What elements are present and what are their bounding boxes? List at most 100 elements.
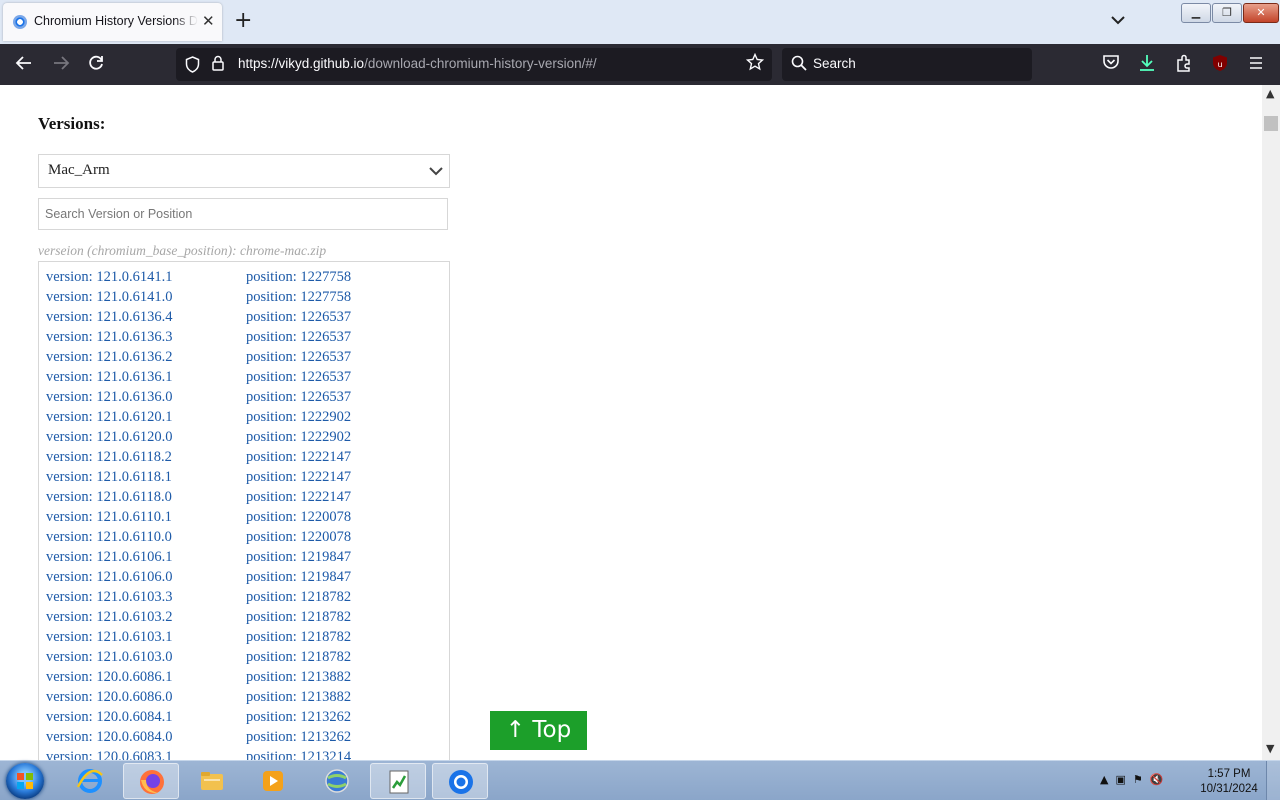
version-row[interactable]: version: 120.0.6086.0 position: 1213882 — [46, 689, 446, 709]
version-row[interactable]: version: 120.0.6084.0 position: 1213262 — [46, 729, 446, 749]
position-link[interactable]: position: 1220078 — [246, 509, 351, 526]
position-link[interactable]: position: 1226537 — [246, 369, 351, 386]
tracking-protection-icon[interactable] — [185, 56, 200, 77]
pocket-icon[interactable] — [1100, 54, 1122, 76]
version-link[interactable]: version: 121.0.6103.3 — [46, 589, 172, 606]
minimize-button[interactable]: ▁ — [1181, 3, 1211, 23]
version-row[interactable]: version: 121.0.6118.2 position: 1222147 — [46, 449, 446, 469]
extensions-icon[interactable] — [1173, 54, 1195, 76]
position-link[interactable]: position: 1222147 — [246, 469, 351, 486]
version-row[interactable]: version: 121.0.6103.0 position: 1218782 — [46, 649, 446, 669]
version-link[interactable]: version: 121.0.6136.4 — [46, 309, 172, 326]
version-link[interactable]: version: 120.0.6083.1 — [46, 749, 172, 760]
version-row[interactable]: version: 121.0.6136.4 position: 1226537 — [46, 309, 446, 329]
tab-chromium-history[interactable]: Chromium History Versions Download ✕ — [3, 3, 222, 41]
clock[interactable]: 1:57 PM 10/31/2024 — [1196, 767, 1262, 797]
version-row[interactable]: version: 121.0.6136.3 position: 1226537 — [46, 329, 446, 349]
version-link[interactable]: version: 121.0.6120.1 — [46, 409, 172, 426]
version-row[interactable]: version: 121.0.6118.0 position: 1222147 — [46, 489, 446, 509]
back-to-top-button[interactable]: ↑ Top — [490, 711, 587, 750]
version-row[interactable]: version: 121.0.6103.1 position: 1218782 — [46, 629, 446, 649]
position-link[interactable]: position: 1226537 — [246, 389, 351, 406]
position-link[interactable]: position: 1218782 — [246, 589, 351, 606]
position-link[interactable]: position: 1219847 — [246, 549, 351, 566]
version-link[interactable]: version: 121.0.6106.0 — [46, 569, 172, 586]
version-row[interactable]: version: 121.0.6110.1 position: 1220078 — [46, 509, 446, 529]
version-row[interactable]: version: 121.0.6136.0 position: 1226537 — [46, 389, 446, 409]
show-desktop-button[interactable] — [1266, 761, 1280, 800]
taskbar-item-firefox[interactable] — [123, 763, 179, 799]
version-row[interactable]: version: 121.0.6120.1 position: 1222902 — [46, 409, 446, 429]
version-row[interactable]: version: 121.0.6141.0 position: 1227758 — [46, 289, 446, 309]
address-bar[interactable]: https://vikyd.github.io/download-chromiu… — [176, 48, 772, 81]
close-window-button[interactable]: ✕ — [1243, 3, 1279, 23]
page-scrollbar[interactable]: ▲ ▼ — [1262, 85, 1280, 760]
version-row[interactable]: version: 121.0.6118.1 position: 1222147 — [46, 469, 446, 489]
version-link[interactable]: version: 121.0.6120.0 — [46, 429, 172, 446]
ublock-origin-icon[interactable]: u — [1209, 54, 1231, 76]
menu-hamburger-icon[interactable] — [1245, 54, 1267, 76]
version-link[interactable]: version: 121.0.6106.1 — [46, 549, 172, 566]
version-link[interactable]: version: 121.0.6110.0 — [46, 529, 172, 546]
search-bar[interactable]: Search — [782, 48, 1032, 81]
taskbar-item-chrome[interactable] — [432, 763, 488, 799]
version-row[interactable]: version: 121.0.6110.0 position: 1220078 — [46, 529, 446, 549]
system-tray-icons[interactable]: ▲ ▣ ⚑ 🔇 — [1100, 773, 1163, 786]
position-link[interactable]: position: 1218782 — [246, 629, 351, 646]
version-row[interactable]: version: 121.0.6136.2 position: 1226537 — [46, 349, 446, 369]
new-tab-button[interactable]: + — [234, 9, 252, 33]
lock-icon[interactable] — [212, 55, 224, 71]
position-link[interactable]: position: 1226537 — [246, 309, 351, 326]
version-link[interactable]: version: 121.0.6141.0 — [46, 289, 172, 306]
version-row[interactable]: version: 121.0.6141.1 position: 1227758 — [46, 269, 446, 289]
scroll-down-arrow-icon[interactable]: ▼ — [1266, 742, 1274, 755]
version-link[interactable]: version: 121.0.6136.1 — [46, 369, 172, 386]
start-button[interactable] — [6, 763, 44, 799]
position-link[interactable]: position: 1219847 — [246, 569, 351, 586]
url-text[interactable]: https://vikyd.github.io/download-chromiu… — [238, 56, 597, 71]
position-link[interactable]: position: 1227758 — [246, 289, 351, 306]
version-link[interactable]: version: 120.0.6084.1 — [46, 709, 172, 726]
position-link[interactable]: position: 1218782 — [246, 609, 351, 626]
position-link[interactable]: position: 1222902 — [246, 409, 351, 426]
version-link[interactable]: version: 121.0.6136.2 — [46, 349, 172, 366]
version-row[interactable]: version: 120.0.6086.1 position: 1213882 — [46, 669, 446, 689]
position-link[interactable]: position: 1222147 — [246, 449, 351, 466]
version-row[interactable]: version: 121.0.6106.1 position: 1219847 — [46, 549, 446, 569]
version-row[interactable]: version: 121.0.6103.3 position: 1218782 — [46, 589, 446, 609]
position-link[interactable]: position: 1220078 — [246, 529, 351, 546]
tab-close-icon[interactable]: ✕ — [202, 13, 215, 29]
back-button[interactable] — [13, 54, 35, 76]
version-link[interactable]: version: 121.0.6136.0 — [46, 389, 172, 406]
version-link[interactable]: version: 121.0.6118.2 — [46, 449, 172, 466]
scroll-up-arrow-icon[interactable]: ▲ — [1266, 87, 1274, 100]
version-link[interactable]: version: 120.0.6086.0 — [46, 689, 172, 706]
version-row[interactable]: version: 120.0.6084.1 position: 1213262 — [46, 709, 446, 729]
version-row[interactable]: version: 121.0.6103.2 position: 1218782 — [46, 609, 446, 629]
downloads-icon[interactable] — [1136, 54, 1158, 76]
forward-button[interactable] — [50, 54, 72, 76]
taskbar-item-notepad-chart[interactable] — [370, 763, 426, 799]
position-link[interactable]: position: 1222147 — [246, 489, 351, 506]
version-row[interactable]: version: 121.0.6136.1 position: 1226537 — [46, 369, 446, 389]
taskbar-item-network-globe[interactable] — [309, 763, 365, 799]
position-link[interactable]: position: 1213262 — [246, 729, 351, 746]
position-link[interactable]: position: 1213262 — [246, 709, 351, 726]
search-version-input[interactable] — [38, 198, 448, 230]
position-link[interactable]: position: 1222902 — [246, 429, 351, 446]
version-link[interactable]: version: 120.0.6086.1 — [46, 669, 172, 686]
version-row[interactable]: version: 121.0.6120.0 position: 1222902 — [46, 429, 446, 449]
version-link[interactable]: version: 121.0.6141.1 — [46, 269, 172, 286]
version-link[interactable]: version: 121.0.6103.0 — [46, 649, 172, 666]
platform-select[interactable]: Mac_Arm — [38, 154, 450, 188]
version-link[interactable]: version: 120.0.6084.0 — [46, 729, 172, 746]
position-link[interactable]: position: 1226537 — [246, 329, 351, 346]
restore-button[interactable]: ❐ — [1212, 3, 1242, 23]
version-link[interactable]: version: 121.0.6118.1 — [46, 469, 172, 486]
position-link[interactable]: position: 1226537 — [246, 349, 351, 366]
version-link[interactable]: version: 121.0.6103.2 — [46, 609, 172, 626]
position-link[interactable]: position: 1213882 — [246, 669, 351, 686]
bookmark-star-icon[interactable] — [745, 52, 765, 76]
version-row[interactable]: version: 121.0.6106.0 position: 1219847 — [46, 569, 446, 589]
position-link[interactable]: position: 1213214 — [246, 749, 351, 760]
